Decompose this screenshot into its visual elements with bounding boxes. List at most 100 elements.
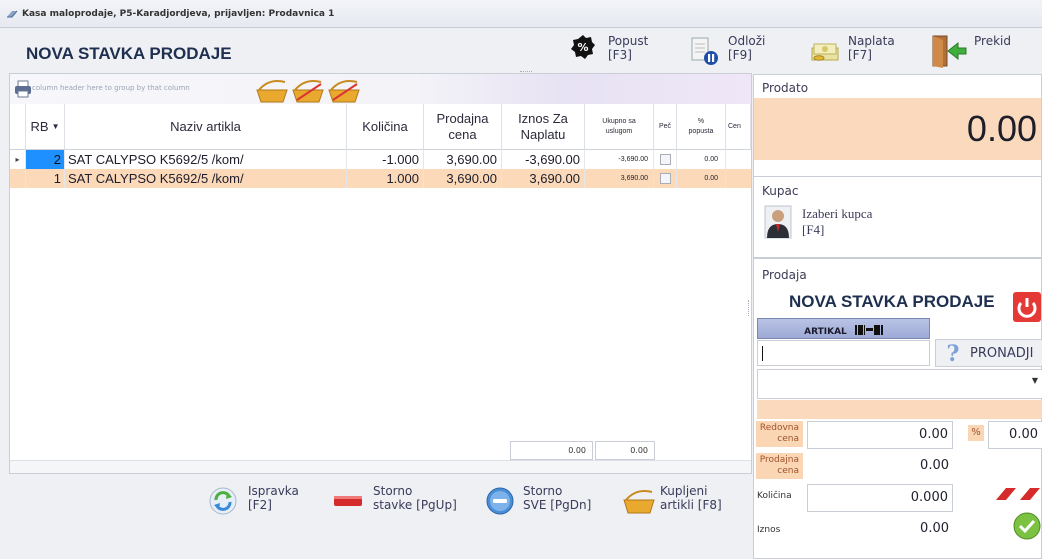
barcode-icon bbox=[854, 325, 883, 335]
cell-kolicina[interactable]: 1.000 bbox=[347, 169, 424, 188]
customer-icon bbox=[764, 205, 792, 239]
cell-popusta[interactable]: 0.00 bbox=[677, 150, 726, 169]
printer-icon[interactable] bbox=[14, 80, 32, 98]
redovna-l2: cena bbox=[777, 434, 799, 444]
col-kolicina[interactable]: Količina bbox=[347, 104, 424, 150]
kupljeni-key: artikli [F8] bbox=[660, 498, 722, 512]
col-ukupno-l1: Ukupno sa bbox=[602, 117, 636, 125]
kupac-title: Kupac bbox=[762, 184, 799, 198]
splitter-grip[interactable] bbox=[520, 71, 532, 73]
col-rb-label: RB bbox=[30, 119, 49, 134]
pec-checkbox[interactable] bbox=[660, 154, 671, 165]
window-titlebar: Kasa maloprodaje, P5-Karadjordjeva, prij… bbox=[0, 0, 1042, 28]
storno-stavke-label: Storno bbox=[373, 484, 413, 498]
col-rb[interactable]: RB ▼ bbox=[26, 104, 65, 150]
row-indicator-header bbox=[10, 104, 26, 150]
table-row[interactable]: ▸ 2 SAT CALYPSO K5692/5 /kom/ -1.000 3,6… bbox=[10, 150, 751, 169]
col-ukupno[interactable]: Ukupno sa uslugom bbox=[585, 104, 654, 150]
ispravka-button[interactable]: Ispravka [F2] bbox=[208, 484, 318, 518]
col-iznos[interactable]: Iznos Za Naplatu bbox=[502, 104, 585, 150]
artikal-barcode-button[interactable]: ARTIKAL bbox=[757, 318, 930, 339]
kolicina-field[interactable]: 0.000 bbox=[807, 484, 953, 512]
prodato-display: 0.00 bbox=[754, 98, 1041, 160]
cell-pec[interactable] bbox=[654, 150, 677, 169]
prodaja-panel: Prodaja NOVA STAVKA PRODAJE ARTIKAL ? PR… bbox=[753, 258, 1042, 559]
col-pec[interactable]: Peč bbox=[654, 104, 677, 150]
ispravka-label: Ispravka bbox=[248, 484, 299, 498]
svg-text:?: ? bbox=[947, 342, 960, 366]
confirm-check-icon[interactable] bbox=[1013, 512, 1041, 540]
basket-icons[interactable] bbox=[255, 76, 365, 104]
redovna-cena-label: Redovna cena bbox=[756, 421, 803, 447]
prodato-value: 0.00 bbox=[966, 108, 1037, 149]
cell-iznos[interactable]: -3,690.00 bbox=[502, 150, 585, 169]
help-icon: ? bbox=[947, 342, 960, 366]
col-prodajna-cena[interactable]: Prodajna cena bbox=[424, 104, 502, 150]
prekid-button[interactable]: Prekid bbox=[930, 34, 1030, 68]
kupljeni-artikli-button[interactable]: Kupljeni artikli [F8] bbox=[622, 484, 742, 518]
popust-button[interactable]: % Popust [F3] bbox=[570, 34, 660, 68]
redovna-cena-field[interactable]: 0.00 bbox=[807, 421, 953, 449]
cell-cena[interactable] bbox=[726, 169, 751, 188]
cell-naziv[interactable]: SAT CALYPSO K5692/5 /kom/ bbox=[65, 150, 347, 169]
cell-prodajna[interactable]: 3,690.00 bbox=[424, 150, 502, 169]
popust-key: [F3] bbox=[608, 48, 632, 62]
izaberi-kupca-label: Izaberi kupca bbox=[802, 206, 873, 221]
footer-total-iznos: 0.00 bbox=[510, 441, 593, 460]
col-naziv[interactable]: Naziv artikla bbox=[65, 104, 347, 150]
cell-prodajna[interactable]: 3,690.00 bbox=[424, 169, 502, 188]
footer-total-ukupno: 0.00 bbox=[595, 441, 655, 460]
kupac-panel: Kupac Izaberi kupca [F4] bbox=[753, 176, 1042, 258]
naplata-button[interactable]: Naplata [F7] bbox=[810, 34, 910, 68]
storno-stavke-key: stavke [PgUp] bbox=[373, 498, 457, 512]
cell-ukupno[interactable]: -3,690.00 bbox=[585, 150, 654, 169]
cell-popusta[interactable]: 0.00 bbox=[677, 169, 726, 188]
ispravka-key: [F2] bbox=[248, 498, 272, 512]
col-popusta-l1: % bbox=[697, 117, 705, 125]
table-row[interactable]: 1 SAT CALYPSO K5692/5 /kom/ 1.000 3,690.… bbox=[10, 169, 751, 188]
artikal-input[interactable] bbox=[757, 340, 930, 366]
iznos-field: 0.00 bbox=[807, 516, 953, 544]
col-prodajna-l2: cena bbox=[448, 126, 477, 142]
naplata-key: [F7] bbox=[848, 48, 872, 62]
money-icon bbox=[811, 43, 839, 61]
cell-cena[interactable] bbox=[726, 150, 751, 169]
izaberi-kupca-button[interactable]: Izaberi kupca [F4] bbox=[764, 203, 924, 243]
app-icon bbox=[7, 10, 18, 18]
col-popusta[interactable]: % popusta bbox=[677, 104, 726, 150]
power-icon[interactable] bbox=[1012, 291, 1042, 323]
artikal-label: ARTIKAL bbox=[804, 327, 847, 337]
splitter-grip-vertical[interactable] bbox=[748, 300, 750, 316]
eraser-icon[interactable] bbox=[994, 483, 1042, 503]
percent-icon: % bbox=[571, 35, 595, 59]
pec-checkbox[interactable] bbox=[660, 173, 671, 184]
col-prodajna-l1: Prodajna bbox=[436, 110, 489, 126]
svg-text:%: % bbox=[577, 41, 588, 54]
artikal-dropdown[interactable]: ▼ bbox=[757, 369, 1042, 399]
cell-pec[interactable] bbox=[654, 169, 677, 188]
kupljeni-label: Kupljeni bbox=[660, 484, 708, 498]
percent-field[interactable]: 0.00 bbox=[988, 421, 1042, 449]
cell-rb[interactable]: 2 bbox=[26, 150, 65, 169]
cell-ukupno[interactable]: 3,690.00 bbox=[585, 169, 654, 188]
prodajna-cena-label: Prodajna cena bbox=[756, 453, 803, 479]
pronadji-button[interactable]: ? PRONADJI bbox=[935, 339, 1042, 367]
text-cursor bbox=[762, 346, 763, 361]
cell-naziv[interactable]: SAT CALYPSO K5692/5 /kom/ bbox=[65, 169, 347, 188]
popust-label: Popust bbox=[608, 34, 649, 48]
odlozi-button[interactable]: Odloži [F9] bbox=[690, 34, 780, 68]
cell-kolicina[interactable]: -1.000 bbox=[347, 150, 424, 169]
storno-sve-button[interactable]: Storno SVE [PgDn] bbox=[485, 484, 605, 518]
prodajna-l1: Prodajna bbox=[759, 455, 799, 465]
col-iznos-l1: Iznos Za bbox=[518, 110, 568, 126]
dropdown-arrow-icon[interactable]: ▼ bbox=[1032, 376, 1038, 385]
cell-iznos[interactable]: 3,690.00 bbox=[502, 169, 585, 188]
cell-rb[interactable]: 1 bbox=[26, 169, 65, 188]
horizontal-scrollbar[interactable] bbox=[10, 460, 751, 473]
window-title: Kasa maloprodaje, P5-Karadjordjeva, prij… bbox=[22, 9, 335, 19]
kolicina-label: Količina bbox=[757, 491, 792, 501]
prodaja-heading: NOVA STAVKA PRODAJE bbox=[789, 292, 995, 311]
col-cena[interactable]: Cen bbox=[726, 104, 751, 150]
prodajna-cena-field: 0.00 bbox=[807, 453, 953, 479]
storno-stavke-button[interactable]: Storno stavke [PgUp] bbox=[333, 484, 463, 518]
